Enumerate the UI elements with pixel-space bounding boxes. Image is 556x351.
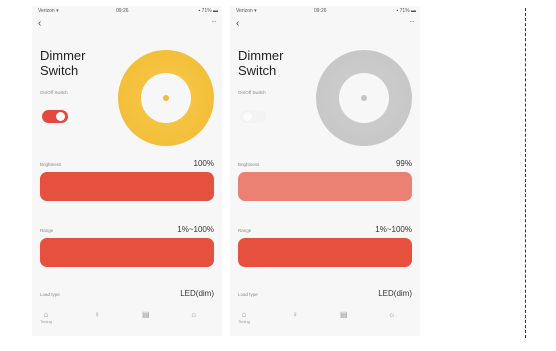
clock-text: 09:26 (314, 8, 327, 14)
range-value: 1%~100% (177, 225, 214, 234)
dial-indicator-dot (361, 95, 367, 101)
phone-screen-on: Verizon ▾ 09:26 ▪ 71% ▬ ‹ ··· Dimmer Swi… (32, 6, 222, 336)
switch-label: On/Off Switch (238, 90, 266, 95)
calendar-icon: ▤ (142, 310, 150, 319)
battery-text: ▪ 71% ▬ (396, 8, 416, 14)
settings-icon: ☼ (190, 310, 198, 319)
dial-indicator-dot (163, 95, 169, 101)
tab-home-label: Timing (238, 319, 250, 324)
back-icon[interactable]: ‹ (236, 19, 239, 29)
status-bar: Verizon ▾ 09:26 ▪ 71% ▬ (236, 8, 416, 16)
title-line-1: Dimmer (40, 48, 86, 63)
light-dial[interactable] (118, 50, 214, 146)
settings-icon: ☼ (388, 310, 396, 319)
range-slider[interactable] (238, 238, 412, 267)
toggle-knob (243, 112, 252, 121)
tab-settings[interactable]: ☼ (388, 310, 395, 319)
tab-schedule[interactable]: ▤ (340, 310, 348, 319)
brightness-slider[interactable] (238, 172, 412, 201)
dashed-divider (525, 8, 526, 338)
status-bar: Verizon ▾ 09:26 ▪ 71% ▬ (38, 8, 218, 16)
battery-text: ▪ 71% ▬ (198, 8, 218, 14)
switch-label: On/Off Switch (40, 90, 68, 95)
tab-home-label: Timing (40, 319, 52, 324)
more-icon[interactable]: ··· (409, 18, 415, 26)
lightbulb-icon: ♀ (292, 310, 298, 319)
range-label: Range (40, 228, 54, 233)
brightness-value: 99% (395, 159, 412, 168)
page-title: Dimmer Switch (238, 48, 284, 78)
range-label: Range (238, 228, 252, 233)
calendar-icon: ▤ (340, 310, 348, 319)
more-icon[interactable]: ··· (211, 18, 217, 26)
tab-bar: ⌂ Timing ♀ ▤ ☼ (32, 310, 222, 330)
range-slider[interactable] (40, 238, 214, 267)
house-icon: ⌂ (43, 310, 49, 319)
tab-schedule[interactable]: ▤ (142, 310, 150, 319)
brightness-label: Brightness (40, 162, 62, 167)
tab-settings[interactable]: ☼ (190, 310, 197, 319)
load-type-label: Load type (238, 292, 258, 297)
lightbulb-icon: ♀ (94, 310, 100, 319)
power-toggle[interactable] (240, 110, 266, 123)
clock-text: 09:26 (116, 8, 129, 14)
tab-light[interactable]: ♀ (292, 310, 298, 319)
load-type-label: Load type (40, 292, 60, 297)
title-line-1: Dimmer (238, 48, 284, 63)
title-line-2: Switch (238, 63, 277, 78)
brightness-slider[interactable] (40, 172, 214, 201)
load-type-value[interactable]: LED(dim) (378, 289, 412, 298)
phone-screen-off: Verizon ▾ 09:26 ▪ 71% ▬ ‹ ··· Dimmer Swi… (230, 6, 420, 336)
tab-light[interactable]: ♀ (94, 310, 100, 319)
light-dial[interactable] (316, 50, 412, 146)
toggle-knob (56, 112, 65, 121)
carrier-text: Verizon ▾ (236, 8, 257, 14)
brightness-value: 100% (193, 159, 214, 168)
power-toggle[interactable] (42, 110, 68, 123)
brightness-label: Brightness (238, 162, 260, 167)
tab-home[interactable]: ⌂ Timing (238, 310, 250, 324)
tab-bar: ⌂ Timing ♀ ▤ ☼ (230, 310, 420, 330)
back-icon[interactable]: ‹ (38, 19, 41, 29)
tab-home[interactable]: ⌂ Timing (40, 310, 52, 324)
range-value: 1%~100% (375, 225, 412, 234)
load-type-value[interactable]: LED(dim) (180, 289, 214, 298)
carrier-text: Verizon ▾ (38, 8, 59, 14)
page-title: Dimmer Switch (40, 48, 86, 78)
house-icon: ⌂ (241, 310, 247, 319)
title-line-2: Switch (40, 63, 79, 78)
